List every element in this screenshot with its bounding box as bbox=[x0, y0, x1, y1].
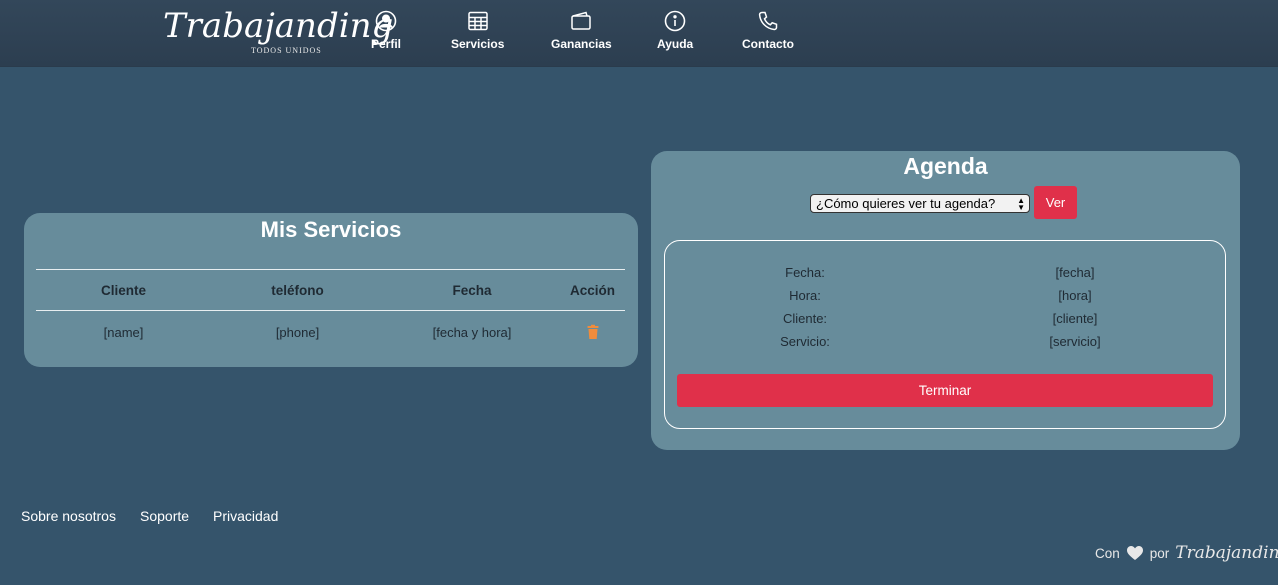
table-row: [name] [phone] [fecha y hora] bbox=[36, 311, 625, 353]
top-navbar: Trabajanding TODOS UNIDOS Perfil Servici… bbox=[0, 0, 1278, 67]
services-title: Mis Servicios bbox=[260, 217, 402, 242]
column-header-fecha: Fecha bbox=[452, 282, 492, 298]
agenda-label-fecha: Fecha: bbox=[785, 265, 825, 280]
brand-logo[interactable]: Trabajanding TODOS UNIDOS bbox=[163, 6, 394, 62]
column-header-accion: Acción bbox=[569, 282, 615, 298]
nav-item-perfil[interactable]: Perfil bbox=[371, 10, 401, 56]
nav-label-contacto: Contacto bbox=[742, 37, 794, 51]
nav-item-ayuda[interactable]: Ayuda bbox=[657, 10, 693, 56]
trash-icon[interactable] bbox=[585, 324, 601, 340]
select-arrows-icon: ▲ ▼ bbox=[1017, 195, 1025, 212]
brand-tagline: TODOS UNIDOS bbox=[251, 46, 322, 55]
cell-fecha: [fecha y hora] bbox=[432, 324, 512, 340]
person-circle-icon bbox=[375, 10, 397, 32]
cell-telefono: [phone] bbox=[275, 324, 320, 340]
cell-accion bbox=[560, 311, 625, 353]
nav-item-contacto[interactable]: Contacto bbox=[742, 10, 794, 56]
nav-item-ganancias[interactable]: Ganancias bbox=[551, 10, 612, 56]
agenda-card: Agenda ¿Cómo quieres ver tu agenda? ▲ ▼ V… bbox=[651, 151, 1240, 450]
cell-cliente: [name] bbox=[103, 324, 144, 340]
table-header-row: Cliente teléfono Fecha Acción bbox=[36, 269, 625, 311]
agenda-value-hora: [hora] bbox=[1058, 288, 1092, 303]
info-circle-icon bbox=[664, 10, 686, 32]
ver-button[interactable]: Ver bbox=[1034, 186, 1077, 219]
heart-icon bbox=[1126, 546, 1143, 560]
telephone-icon bbox=[758, 11, 778, 31]
table-grid-icon bbox=[467, 11, 488, 31]
agenda-label-cliente: Cliente: bbox=[782, 311, 828, 326]
nav-label-ayuda: Ayuda bbox=[657, 37, 694, 51]
credits-brand: Trabajanding bbox=[1175, 543, 1278, 563]
footer-link-soporte[interactable]: Soporte bbox=[140, 508, 189, 524]
agenda-view-select[interactable]: ¿Cómo quieres ver tu agenda? ▲ ▼ bbox=[810, 194, 1030, 213]
agenda-label-servicio: Servicio: bbox=[780, 334, 830, 349]
agenda-title: Agenda bbox=[903, 153, 988, 179]
terminar-button[interactable]: Terminar bbox=[677, 374, 1213, 407]
agenda-value-fecha: [fecha] bbox=[1055, 265, 1095, 280]
footer-link-sobre-nosotros[interactable]: Sobre nosotros bbox=[21, 508, 116, 524]
column-header-telefono: teléfono bbox=[271, 282, 324, 298]
brand-name: Trabajanding bbox=[163, 6, 394, 46]
nav-item-servicios[interactable]: Servicios bbox=[451, 10, 504, 56]
agenda-label-hora: Hora: bbox=[789, 288, 821, 303]
services-table: Cliente teléfono Fecha Acción [name] [ph… bbox=[36, 269, 625, 353]
nav-label-servicios: Servicios bbox=[451, 37, 505, 51]
agenda-detail-box: Fecha: [fecha] Hora: [hora] Cliente: [cl… bbox=[664, 240, 1226, 429]
nav-label-ganancias: Ganancias bbox=[551, 37, 612, 51]
services-card: Mis Servicios Cliente teléfono Fecha Acc… bbox=[24, 213, 638, 367]
nav-label-perfil: Perfil bbox=[371, 37, 402, 51]
agenda-select-value: ¿Cómo quieres ver tu agenda? bbox=[816, 196, 996, 211]
footer-credits: Con por Trabajanding bbox=[1095, 538, 1278, 568]
wallet-icon bbox=[571, 11, 592, 30]
agenda-value-servicio: [servicio] bbox=[1049, 334, 1101, 349]
credits-middle: por bbox=[1149, 545, 1170, 561]
agenda-value-cliente: [cliente] bbox=[1052, 311, 1098, 326]
column-header-cliente: Cliente bbox=[100, 282, 146, 298]
credits-prefix: Con bbox=[1095, 545, 1120, 561]
footer-link-privacidad[interactable]: Privacidad bbox=[213, 508, 278, 524]
